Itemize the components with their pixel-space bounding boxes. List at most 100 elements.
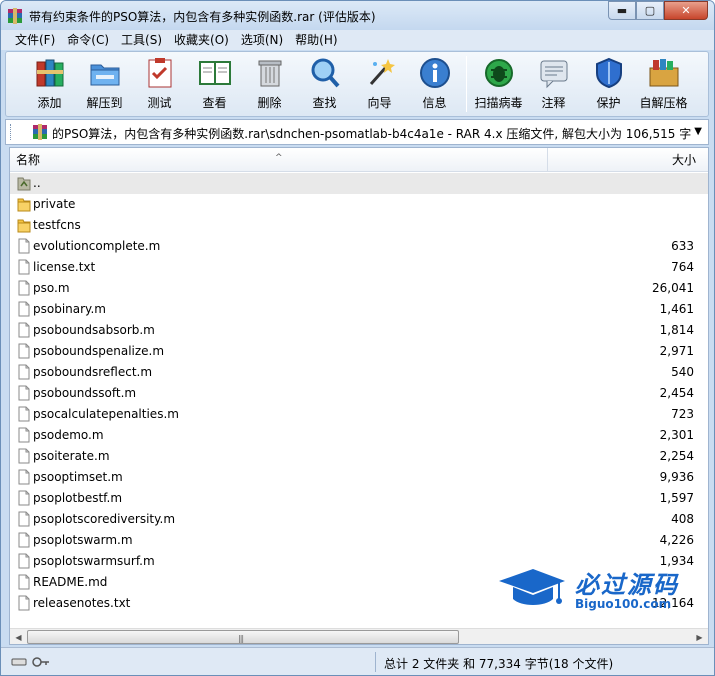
protect-button[interactable]: 保护 [581,52,636,112]
wizard-label: 向导 [367,96,392,110]
folder-extract-icon [87,56,123,90]
menu-options[interactable]: 选项(N) [235,30,289,50]
file-row[interactable]: psoboundsreflect.m 540 [10,362,708,383]
file-icon [17,406,31,422]
delete-label: 删除 [257,96,282,110]
file-icon [17,364,31,380]
comment-icon [536,56,572,90]
watermark-title: 必过源码 [575,571,679,599]
menu-tools[interactable]: 工具(S) [115,30,168,50]
file-size: 26,041 [652,281,694,295]
file-row[interactable]: pso.m 26,041 [10,278,708,299]
file-icon [17,385,31,401]
virus-scan-icon [481,56,517,90]
extract-to-button[interactable]: 解压到 [77,52,132,112]
status-summary: 总计 2 文件夹 和 77,334 字节(18 个文件) [384,657,614,671]
file-row[interactable]: psodemo.m 2,301 [10,425,708,446]
status-bar: 总计 2 文件夹 和 77,334 字节(18 个文件) [1,647,714,675]
minimize-button[interactable]: ▬ [608,1,636,20]
file-name: evolutioncomplete.m [33,239,161,253]
scroll-right-icon[interactable]: ▶ [691,629,708,644]
file-size: 540 [671,365,694,379]
file-row[interactable]: psoboundssoft.m 2,454 [10,383,708,404]
file-icon [17,448,31,464]
file-row[interactable]: psoplotbestf.m 1,597 [10,488,708,509]
menu-commands[interactable]: 命令(C) [61,30,115,50]
info-icon [417,56,453,90]
status-separator [375,652,376,672]
file-row[interactable]: private [10,194,708,215]
wizard-button[interactable]: 向导 [352,52,407,112]
file-name: psoboundspenalize.m [33,344,165,358]
drive-key-icon[interactable] [11,656,51,668]
menu-favorites[interactable]: 收藏夹(O) [168,30,235,50]
file-icon [17,238,31,254]
file-size: 4,226 [659,533,694,547]
file-size: 2,301 [659,428,694,442]
find-label: 查找 [312,96,337,110]
file-size: 633 [671,239,694,253]
menu-help[interactable]: 帮助(H) [289,30,343,50]
file-row[interactable]: psocalculatepenalties.m 723 [10,404,708,425]
file-name: psoplotscorediversity.m [33,512,176,526]
add-label: 添加 [37,96,62,110]
column-size-header[interactable]: 大小 [548,148,708,172]
file-row[interactable]: psoplotswarm.m 4,226 [10,530,708,551]
file-row[interactable]: psoiterate.m 2,254 [10,446,708,467]
view-button[interactable]: 查看 [187,52,242,112]
clipboard-check-icon [142,56,178,90]
extract-to-label: 解压到 [86,96,123,110]
toolbar: 添加 解压到 测试 查看 删除 查找 向导 信息 扫描病毒 注释 保护 自解压格 [5,51,709,117]
file-row[interactable]: psoboundsabsorb.m 1,814 [10,320,708,341]
file-name: releasenotes.txt [33,596,131,610]
scrollbar-thumb[interactable]: ||| [27,630,459,644]
file-size: 9,936 [659,470,694,484]
sfx-button[interactable]: 自解压格 [636,52,691,112]
file-row[interactable]: psoboundspenalize.m 2,971 [10,341,708,362]
delete-button[interactable]: 删除 [242,52,297,112]
file-row[interactable]: testfcns [10,215,708,236]
books-add-icon [32,56,68,90]
file-icon [17,427,31,443]
file-name: psocalculatepenalties.m [33,407,179,421]
file-name: psodemo.m [33,428,104,442]
rar-app-icon [8,8,22,24]
window-title: 带有约束条件的PSO算法，内包含有多种实例函数.rar (评估版本) [29,10,376,24]
chevron-down-icon[interactable]: ▼ [694,126,702,137]
close-button[interactable]: ✕ [664,1,708,20]
file-icon [17,301,31,317]
watermark-subtitle: Biguo100.com [575,597,672,611]
file-row[interactable]: psooptimset.m 9,936 [10,467,708,488]
file-size: 1,597 [659,491,694,505]
horizontal-scrollbar[interactable]: ◀ ||| ▶ [10,628,708,644]
file-row[interactable]: evolutioncomplete.m 633 [10,236,708,257]
info-button[interactable]: 信息 [407,52,462,112]
file-name: psoplotbestf.m [33,491,123,505]
file-size: 1,461 [659,302,694,316]
menu-file[interactable]: 文件(F) [9,30,61,50]
file-size: 723 [671,407,694,421]
scroll-left-icon[interactable]: ◀ [10,629,27,644]
file-name: private [33,197,76,211]
file-size: 408 [671,512,694,526]
sort-ascending-icon: ^ [275,153,283,163]
file-name: pso.m [33,281,70,295]
find-button[interactable]: 查找 [297,52,352,112]
column-name-header[interactable]: 名称 ^ [10,148,548,172]
comment-button[interactable]: 注释 [526,52,581,112]
file-name: psobinary.m [33,302,106,316]
file-size: 2,454 [659,386,694,400]
file-row[interactable]: .. [10,173,708,194]
address-bar[interactable]: 的PSO算法，内包含有多种实例函数.rar\sdnchen-psomatlab-… [5,119,709,145]
file-rows: .. private testfcns evolutioncomplete.m 633 l… [10,173,708,614]
file-name: psoboundssoft.m [33,386,137,400]
maximize-button[interactable]: ▢ [636,1,664,20]
scroll-grip-icon: ||| [238,634,244,643]
file-row[interactable]: psoplotscorediversity.m 408 [10,509,708,530]
file-row[interactable]: license.txt 764 [10,257,708,278]
file-icon [17,343,31,359]
file-row[interactable]: psobinary.m 1,461 [10,299,708,320]
test-button[interactable]: 测试 [132,52,187,112]
virus-scan-button[interactable]: 扫描病毒 [471,52,526,112]
add-button[interactable]: 添加 [22,52,77,112]
